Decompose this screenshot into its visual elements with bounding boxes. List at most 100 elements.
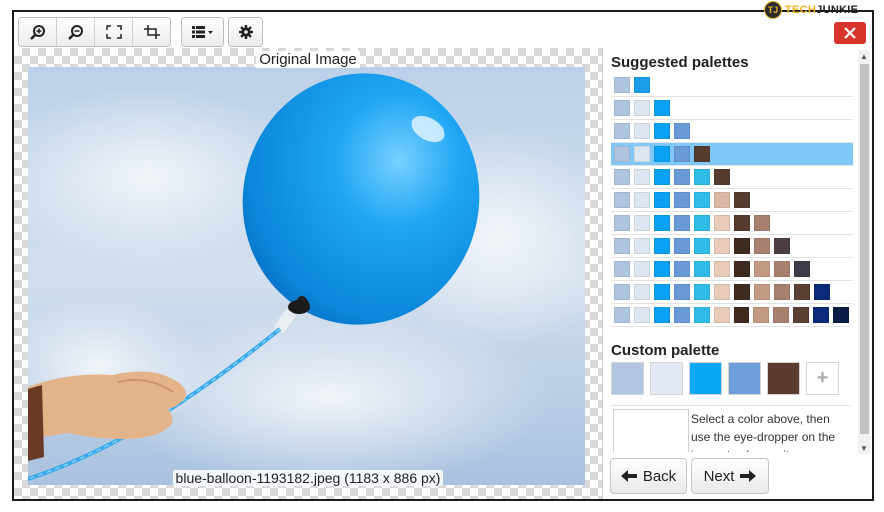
palette-swatch[interactable] [673, 307, 690, 323]
palette-swatch[interactable] [734, 261, 750, 277]
palette-swatch[interactable] [754, 238, 770, 254]
zoom-in-button[interactable] [19, 18, 57, 46]
palette-row[interactable] [611, 304, 853, 327]
palette-swatch[interactable] [614, 192, 630, 208]
palette-swatch[interactable] [614, 100, 630, 116]
palette-row[interactable] [611, 74, 853, 97]
palette-swatch[interactable] [654, 146, 670, 162]
palette-swatch[interactable] [813, 307, 830, 323]
palette-swatch[interactable] [634, 123, 650, 139]
palette-swatch[interactable] [794, 284, 810, 300]
palette-row[interactable] [611, 212, 853, 235]
palette-swatch[interactable] [634, 284, 650, 300]
palette-swatch[interactable] [714, 192, 730, 208]
palette-row[interactable] [611, 143, 853, 166]
palette-row[interactable] [611, 97, 853, 120]
settings-button[interactable] [229, 18, 262, 46]
palette-swatch[interactable] [674, 169, 690, 185]
palette-swatch[interactable] [674, 146, 690, 162]
palette-swatch[interactable] [774, 238, 790, 254]
palette-swatch[interactable] [774, 261, 790, 277]
custom-swatch[interactable] [611, 362, 644, 395]
palette-swatch[interactable] [734, 238, 750, 254]
palette-swatch[interactable] [634, 261, 650, 277]
palette-swatch[interactable] [614, 146, 630, 162]
palette-swatch[interactable] [734, 215, 750, 231]
palette-swatch[interactable] [674, 192, 690, 208]
palette-swatch[interactable] [674, 215, 690, 231]
palette-row[interactable] [611, 235, 853, 258]
custom-swatch[interactable] [650, 362, 683, 395]
palette-swatch[interactable] [614, 215, 630, 231]
palette-row[interactable] [611, 189, 853, 212]
palette-swatch[interactable] [614, 307, 630, 323]
palette-swatch[interactable] [634, 192, 650, 208]
palette-swatch[interactable] [714, 284, 730, 300]
palette-swatch[interactable] [654, 284, 670, 300]
palette-swatch[interactable] [654, 192, 670, 208]
palette-swatch[interactable] [733, 307, 750, 323]
palette-swatch[interactable] [793, 307, 810, 323]
palette-swatch[interactable] [614, 238, 630, 254]
palette-swatch[interactable] [754, 284, 770, 300]
palette-swatch[interactable] [614, 284, 630, 300]
palette-swatch[interactable] [794, 261, 810, 277]
palette-swatch[interactable] [714, 169, 730, 185]
palette-swatch[interactable] [694, 261, 710, 277]
palette-swatch[interactable] [653, 307, 670, 323]
palette-row[interactable] [611, 120, 853, 143]
palette-swatch[interactable] [634, 77, 650, 93]
add-color-button[interactable]: + [806, 362, 839, 395]
palette-swatch[interactable] [614, 261, 630, 277]
palette-swatch[interactable] [734, 284, 750, 300]
palette-swatch[interactable] [674, 238, 690, 254]
custom-swatch[interactable] [689, 362, 722, 395]
palette-row[interactable] [611, 166, 853, 189]
palette-swatch[interactable] [833, 307, 850, 323]
palette-swatch[interactable] [633, 307, 650, 323]
palette-swatch[interactable] [774, 284, 790, 300]
back-button[interactable]: Back [610, 458, 687, 494]
palette-swatch[interactable] [734, 192, 750, 208]
palette-swatch[interactable] [654, 169, 670, 185]
balloon-photo[interactable] [28, 67, 585, 485]
palette-swatch[interactable] [694, 169, 710, 185]
view-dropdown[interactable] [181, 17, 224, 47]
palette-swatch[interactable] [694, 238, 710, 254]
palette-row[interactable] [611, 258, 853, 281]
next-button[interactable]: Next [691, 458, 769, 494]
palette-swatch[interactable] [634, 215, 650, 231]
crop-button[interactable] [133, 18, 170, 46]
palette-swatch[interactable] [654, 100, 670, 116]
palette-row[interactable] [611, 281, 853, 304]
fit-screen-button[interactable] [95, 18, 133, 46]
palette-swatch[interactable] [614, 123, 630, 139]
palette-swatch[interactable] [654, 261, 670, 277]
palette-swatch[interactable] [694, 192, 710, 208]
palette-swatch[interactable] [694, 146, 710, 162]
view-dropdown-button[interactable] [182, 18, 223, 46]
palette-swatch[interactable] [674, 284, 690, 300]
scroll-thumb[interactable] [860, 64, 869, 434]
scroll-down-icon[interactable]: ▼ [858, 442, 870, 454]
palette-swatch[interactable] [694, 284, 710, 300]
palette-swatch[interactable] [654, 123, 670, 139]
palette-swatch[interactable] [634, 238, 650, 254]
palette-swatch[interactable] [614, 77, 630, 93]
palette-swatch[interactable] [754, 215, 770, 231]
zoom-out-button[interactable] [57, 18, 95, 46]
palette-swatch[interactable] [634, 146, 650, 162]
palette-swatch[interactable] [634, 100, 650, 116]
palette-swatch[interactable] [674, 261, 690, 277]
palette-swatch[interactable] [614, 169, 630, 185]
palette-swatch[interactable] [654, 238, 670, 254]
palette-swatch[interactable] [654, 215, 670, 231]
palette-swatch[interactable] [634, 169, 650, 185]
palette-swatch[interactable] [694, 215, 710, 231]
palette-swatch[interactable] [714, 261, 730, 277]
palette-swatch[interactable] [713, 307, 730, 323]
sidebar-scrollbar[interactable]: ▲ ▼ [858, 50, 870, 454]
palette-swatch[interactable] [754, 261, 770, 277]
palette-swatch[interactable] [773, 307, 790, 323]
scroll-up-icon[interactable]: ▲ [858, 50, 870, 62]
